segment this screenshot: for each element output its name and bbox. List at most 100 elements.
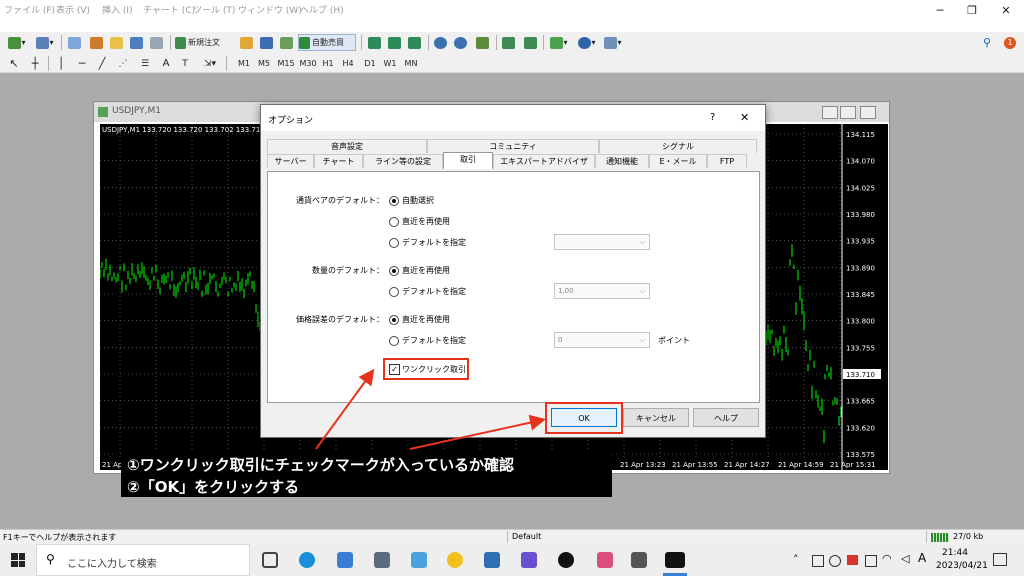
zoom-out-icon[interactable]	[452, 34, 468, 51]
app-icon-3[interactable]	[484, 552, 500, 568]
timeframe-d1[interactable]: D1	[362, 55, 378, 72]
task-view-icon[interactable]	[262, 552, 278, 568]
clock-time[interactable]: 21:44	[942, 548, 968, 558]
app-icon-5[interactable]	[558, 552, 574, 568]
volume-icon[interactable]: ◁	[901, 552, 909, 565]
calendar-app-icon[interactable]	[337, 552, 353, 568]
pair-default-select[interactable]: ⌵	[554, 234, 650, 250]
start-icon[interactable]	[11, 553, 25, 567]
metaeditor-icon[interactable]	[238, 34, 254, 51]
tab-sound[interactable]: 音声設定	[267, 139, 427, 153]
templates-button[interactable]: ▾	[602, 34, 624, 51]
timeframe-m15[interactable]: M15	[276, 55, 296, 72]
signals-icon[interactable]	[278, 34, 294, 51]
channel-icon[interactable]: ⋰	[116, 55, 130, 72]
app-icon-2[interactable]	[447, 552, 463, 568]
periods-button[interactable]: ▾	[576, 34, 598, 51]
volume-specify-radio[interactable]	[389, 287, 399, 297]
timeframe-m5[interactable]: M5	[256, 55, 272, 72]
slippage-default-select[interactable]: 0 ⌵	[554, 332, 650, 348]
text-label-icon[interactable]: T	[178, 55, 192, 72]
arrows-button[interactable]: ⇲▾	[200, 55, 220, 72]
dialog-close-icon[interactable]: ✕	[740, 111, 749, 124]
ok-button[interactable]: OK	[551, 408, 617, 427]
candlestick-icon[interactable]	[386, 34, 402, 51]
notification-badge[interactable]: 1	[1003, 34, 1017, 51]
trendline-icon[interactable]: ╱	[96, 55, 108, 72]
data-window-icon[interactable]	[88, 34, 104, 51]
restore-icon[interactable]: ❐	[956, 0, 988, 22]
menu-view[interactable]: 表示 (V)	[56, 0, 90, 22]
bar-chart-icon[interactable]	[366, 34, 382, 51]
market-watch-icon[interactable]	[66, 34, 82, 51]
timeframe-w1[interactable]: W1	[382, 55, 398, 72]
dialog-help-icon[interactable]: ?	[710, 112, 715, 123]
minimize-icon[interactable]: ─	[924, 0, 956, 22]
new-order-button[interactable]: 新規注文	[175, 34, 233, 51]
pair-auto-radio[interactable]	[389, 196, 399, 206]
volume-reuse-radio[interactable]	[389, 266, 399, 276]
auto-trade-button[interactable]: 自動売買	[298, 34, 356, 51]
navigator-icon[interactable]	[108, 34, 124, 51]
vertical-line-icon[interactable]: │	[56, 55, 66, 72]
autoscroll-icon[interactable]	[500, 34, 516, 51]
chart-shift-icon[interactable]	[522, 34, 538, 51]
tab-community[interactable]: コミュニティ	[427, 139, 599, 153]
timeframe-h4[interactable]: H4	[340, 55, 356, 72]
pair-specify-radio[interactable]	[389, 238, 399, 248]
tile-windows-icon[interactable]	[474, 34, 490, 51]
battery-icon[interactable]	[865, 555, 877, 567]
chart-close-icon[interactable]	[860, 106, 876, 119]
tab-trade[interactable]: 取引	[443, 152, 493, 169]
app-icon-4[interactable]	[521, 552, 537, 568]
market-icon[interactable]	[258, 34, 274, 51]
slippage-reuse-radio[interactable]	[389, 315, 399, 325]
pair-reuse-radio[interactable]	[389, 217, 399, 227]
snipping-icon[interactable]	[597, 552, 613, 568]
zoom-in-icon[interactable]	[432, 34, 448, 51]
profiles-button[interactable]: ▾	[34, 34, 56, 51]
edge-icon[interactable]	[299, 552, 315, 568]
line-chart-icon[interactable]	[406, 34, 422, 51]
tab-chart[interactable]: チャート	[314, 154, 363, 168]
new-chart-button[interactable]: ▾	[6, 34, 28, 51]
tray-icon-2[interactable]	[829, 555, 841, 567]
fibonacci-icon[interactable]: ☰	[138, 55, 152, 72]
tab-ftp[interactable]: FTP	[707, 154, 747, 168]
tray-icon-1[interactable]	[812, 555, 824, 567]
timeframe-m1[interactable]: M1	[236, 55, 252, 72]
tab-notifications[interactable]: 通知機能	[595, 154, 649, 168]
cursor-icon[interactable]: ↖	[8, 55, 20, 72]
timeframe-mn[interactable]: MN	[402, 55, 420, 72]
timeframe-h1[interactable]: H1	[320, 55, 336, 72]
slippage-specify-radio[interactable]	[389, 336, 399, 346]
menu-window[interactable]: ウィンドウ (W)	[238, 0, 302, 22]
chart-maximize-icon[interactable]	[840, 106, 856, 119]
crosshair-icon[interactable]: ┼	[28, 55, 42, 72]
menu-chart[interactable]: チャート (C)	[143, 0, 195, 22]
taskbar-search[interactable]: ⚲ ここに入力して検索	[36, 544, 250, 576]
menu-help[interactable]: ヘルプ (H)	[300, 0, 344, 22]
tab-email[interactable]: E・メール	[649, 154, 707, 168]
app-icon-1[interactable]	[411, 552, 427, 568]
tester-icon[interactable]	[148, 34, 164, 51]
menu-file[interactable]: ファイル (F)	[4, 0, 55, 22]
clock-date[interactable]: 2023/04/21	[936, 561, 988, 571]
camera-icon[interactable]	[631, 552, 647, 568]
tray-chevron-icon[interactable]: ˄	[793, 553, 799, 566]
indicators-button[interactable]: ▾	[548, 34, 570, 51]
tab-server[interactable]: サーバー	[267, 154, 314, 168]
tab-expert-advisors[interactable]: エキスパートアドバイザ	[493, 154, 595, 168]
options-dialog-titlebar[interactable]: オプション ? ✕	[261, 105, 765, 131]
ime-indicator[interactable]: A	[918, 551, 926, 565]
volume-default-select[interactable]: 1.00 ⌵	[554, 283, 650, 299]
menu-tools[interactable]: ツール (T)	[193, 0, 235, 22]
timeframe-m30[interactable]: M30	[298, 55, 318, 72]
tray-icon-3[interactable]	[847, 555, 858, 565]
close-icon[interactable]: ✕	[990, 0, 1022, 22]
help-button[interactable]: ヘルプ	[693, 408, 759, 427]
notification-center-icon[interactable]	[993, 553, 1007, 566]
chart-minimize-icon[interactable]	[822, 106, 838, 119]
horizontal-line-icon[interactable]: ─	[76, 55, 88, 72]
xm-mt4-icon[interactable]	[665, 552, 685, 568]
